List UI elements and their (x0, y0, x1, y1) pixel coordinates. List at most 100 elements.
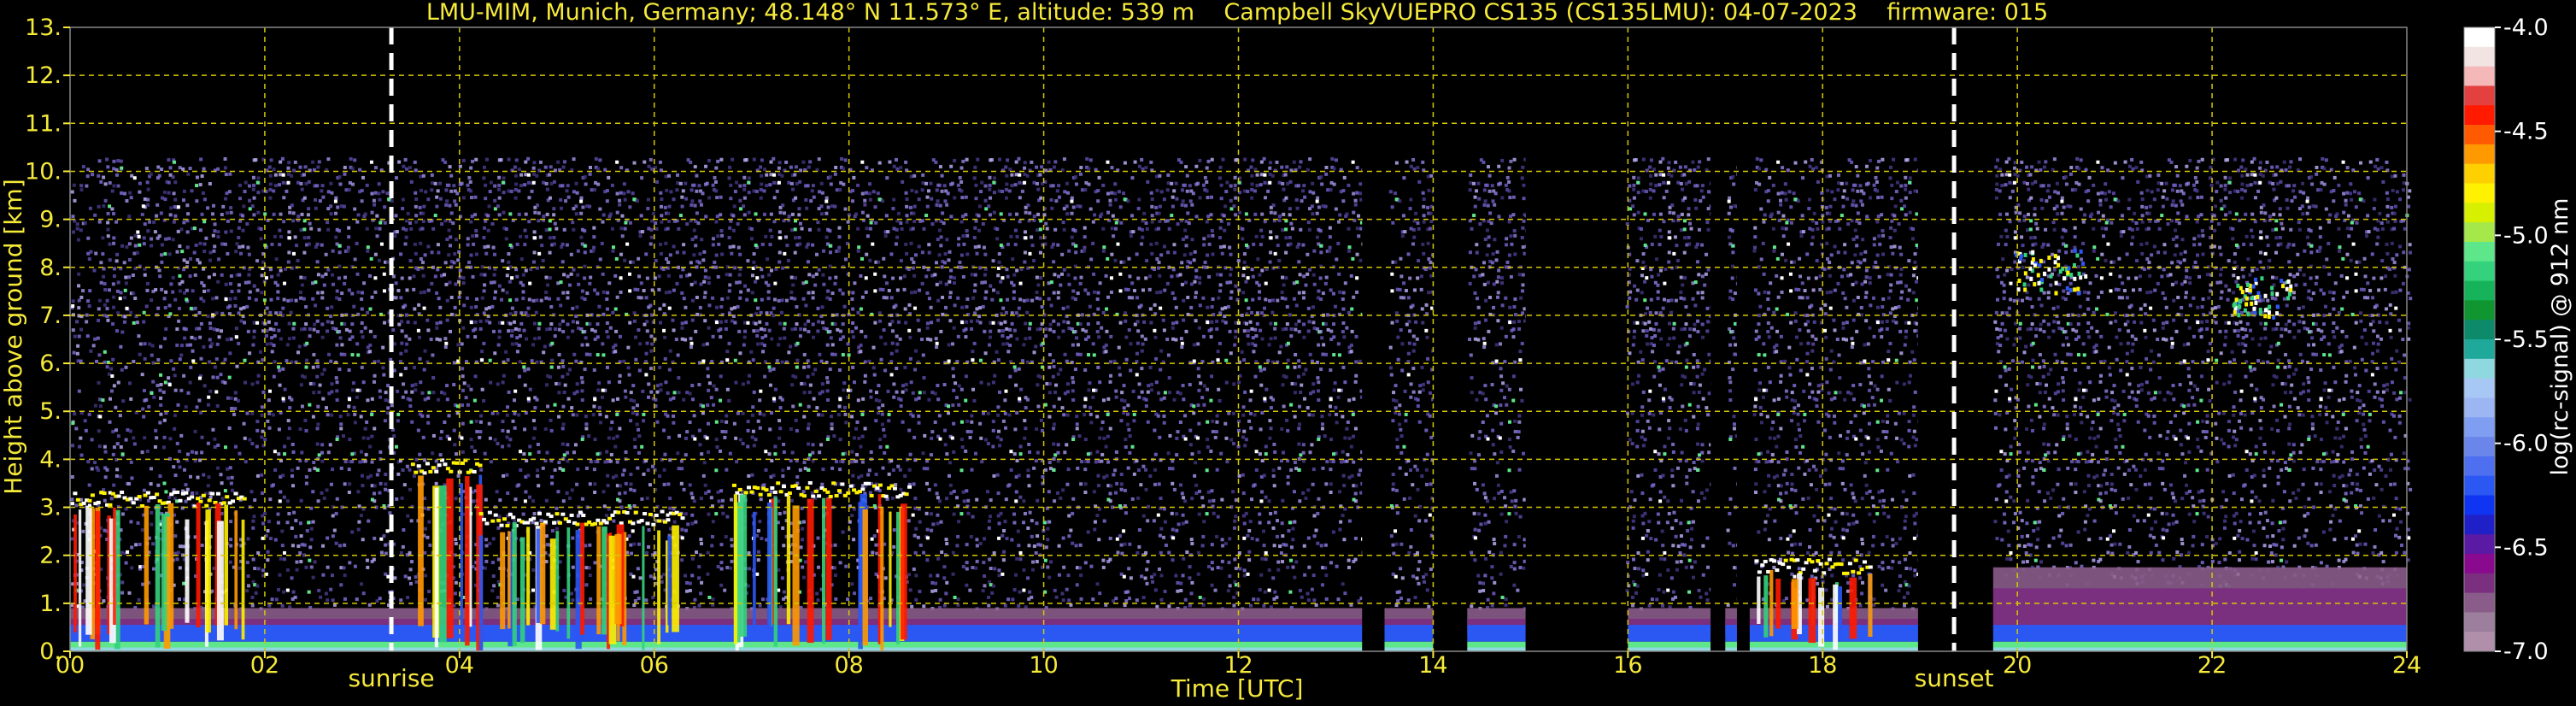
noise-speck (649, 390, 654, 394)
noise-speck (871, 345, 876, 350)
noise-speck (863, 427, 867, 431)
noise-speck (163, 305, 167, 309)
noise-speck (596, 182, 601, 186)
noise-speck (816, 221, 820, 225)
noise-speck (991, 428, 995, 432)
noise-speck (959, 189, 964, 193)
noise-speck (982, 561, 986, 565)
noise-speck (119, 291, 123, 295)
noise-speck (192, 250, 197, 255)
noise-speck (228, 282, 232, 286)
noise-speck (766, 297, 771, 301)
noise-speck (268, 196, 273, 200)
noise-speck (846, 220, 850, 224)
noise-speck (502, 374, 506, 378)
noise-speck (663, 335, 667, 339)
noise-speck (469, 438, 473, 442)
noise-speck (569, 272, 573, 276)
noise-speck (584, 415, 588, 419)
noise-speck (965, 543, 969, 547)
noise-speck (537, 336, 542, 340)
noise-speck (368, 444, 373, 449)
noise-speck (449, 174, 454, 178)
noise-speck (719, 327, 723, 332)
noise-speck (316, 422, 320, 427)
noise-speck (185, 203, 190, 208)
noise-speck (997, 252, 1001, 256)
noise-speck (832, 566, 836, 570)
noise-speck (181, 167, 185, 171)
noise-speck (611, 245, 615, 250)
noise-speck (308, 558, 312, 562)
noise-speck (914, 527, 918, 531)
noise-speck (431, 353, 435, 357)
noise-speck (198, 241, 202, 245)
noise-speck (228, 172, 232, 176)
noise-speck (859, 343, 863, 347)
noise-speck (475, 429, 479, 433)
noise-speck (1000, 329, 1005, 333)
noise-speck (977, 244, 981, 249)
noise-speck (764, 234, 768, 238)
noise-speck (569, 252, 573, 256)
noise-speck (791, 187, 795, 191)
noise-speck (851, 474, 855, 478)
noise-speck (850, 297, 854, 301)
noise-speck (422, 306, 426, 310)
noise-speck (90, 467, 94, 471)
noise-speck (196, 475, 200, 479)
noise-speck (226, 338, 230, 342)
noise-speck (794, 418, 798, 422)
noise-speck (233, 444, 238, 449)
noise-speck (925, 536, 930, 540)
noise-speck (287, 161, 291, 165)
noise-speck (77, 334, 81, 338)
noise-speck (997, 521, 1001, 526)
noise-speck (97, 298, 102, 303)
noise-speck (290, 474, 295, 478)
noise-speck (256, 191, 261, 195)
noise-speck (321, 573, 326, 577)
noise-speck (167, 495, 172, 499)
noise-speck (905, 251, 909, 256)
noise-speck (405, 464, 409, 468)
noise-speck (965, 297, 970, 301)
noise-speck (261, 521, 266, 526)
noise-speck (707, 388, 711, 392)
noise-speck (767, 273, 772, 277)
noise-speck (220, 329, 224, 333)
noise-speck (112, 305, 116, 309)
noise-speck (304, 428, 308, 432)
noise-speck (910, 188, 914, 192)
noise-speck (1017, 474, 1021, 478)
noise-speck (309, 527, 314, 531)
noise-speck (331, 514, 335, 518)
noise-speck (125, 306, 129, 310)
noise-speck (150, 353, 154, 357)
noise-speck (801, 565, 805, 569)
noise-speck (556, 365, 560, 369)
noise-speck (960, 305, 965, 309)
noise-speck (826, 205, 830, 209)
noise-speck (713, 260, 717, 264)
noise-speck (808, 383, 813, 387)
noise-speck (767, 365, 772, 369)
noise-speck (138, 352, 142, 356)
noise-speck (182, 189, 186, 193)
noise-speck (765, 184, 769, 188)
noise-speck (989, 515, 993, 519)
noise-speck (426, 244, 431, 249)
noise-speck (198, 458, 202, 462)
noise-speck (571, 413, 575, 417)
noise-speck (703, 483, 707, 487)
noise-speck (160, 196, 164, 200)
noise-speck (526, 314, 531, 318)
noise-speck (965, 320, 969, 324)
noise-speck (584, 427, 589, 431)
noise-speck (379, 242, 384, 246)
noise-speck (801, 160, 806, 164)
noise-speck (478, 430, 483, 434)
noise-speck (254, 297, 258, 302)
noise-speck (228, 466, 232, 470)
noise-speck (116, 380, 120, 385)
